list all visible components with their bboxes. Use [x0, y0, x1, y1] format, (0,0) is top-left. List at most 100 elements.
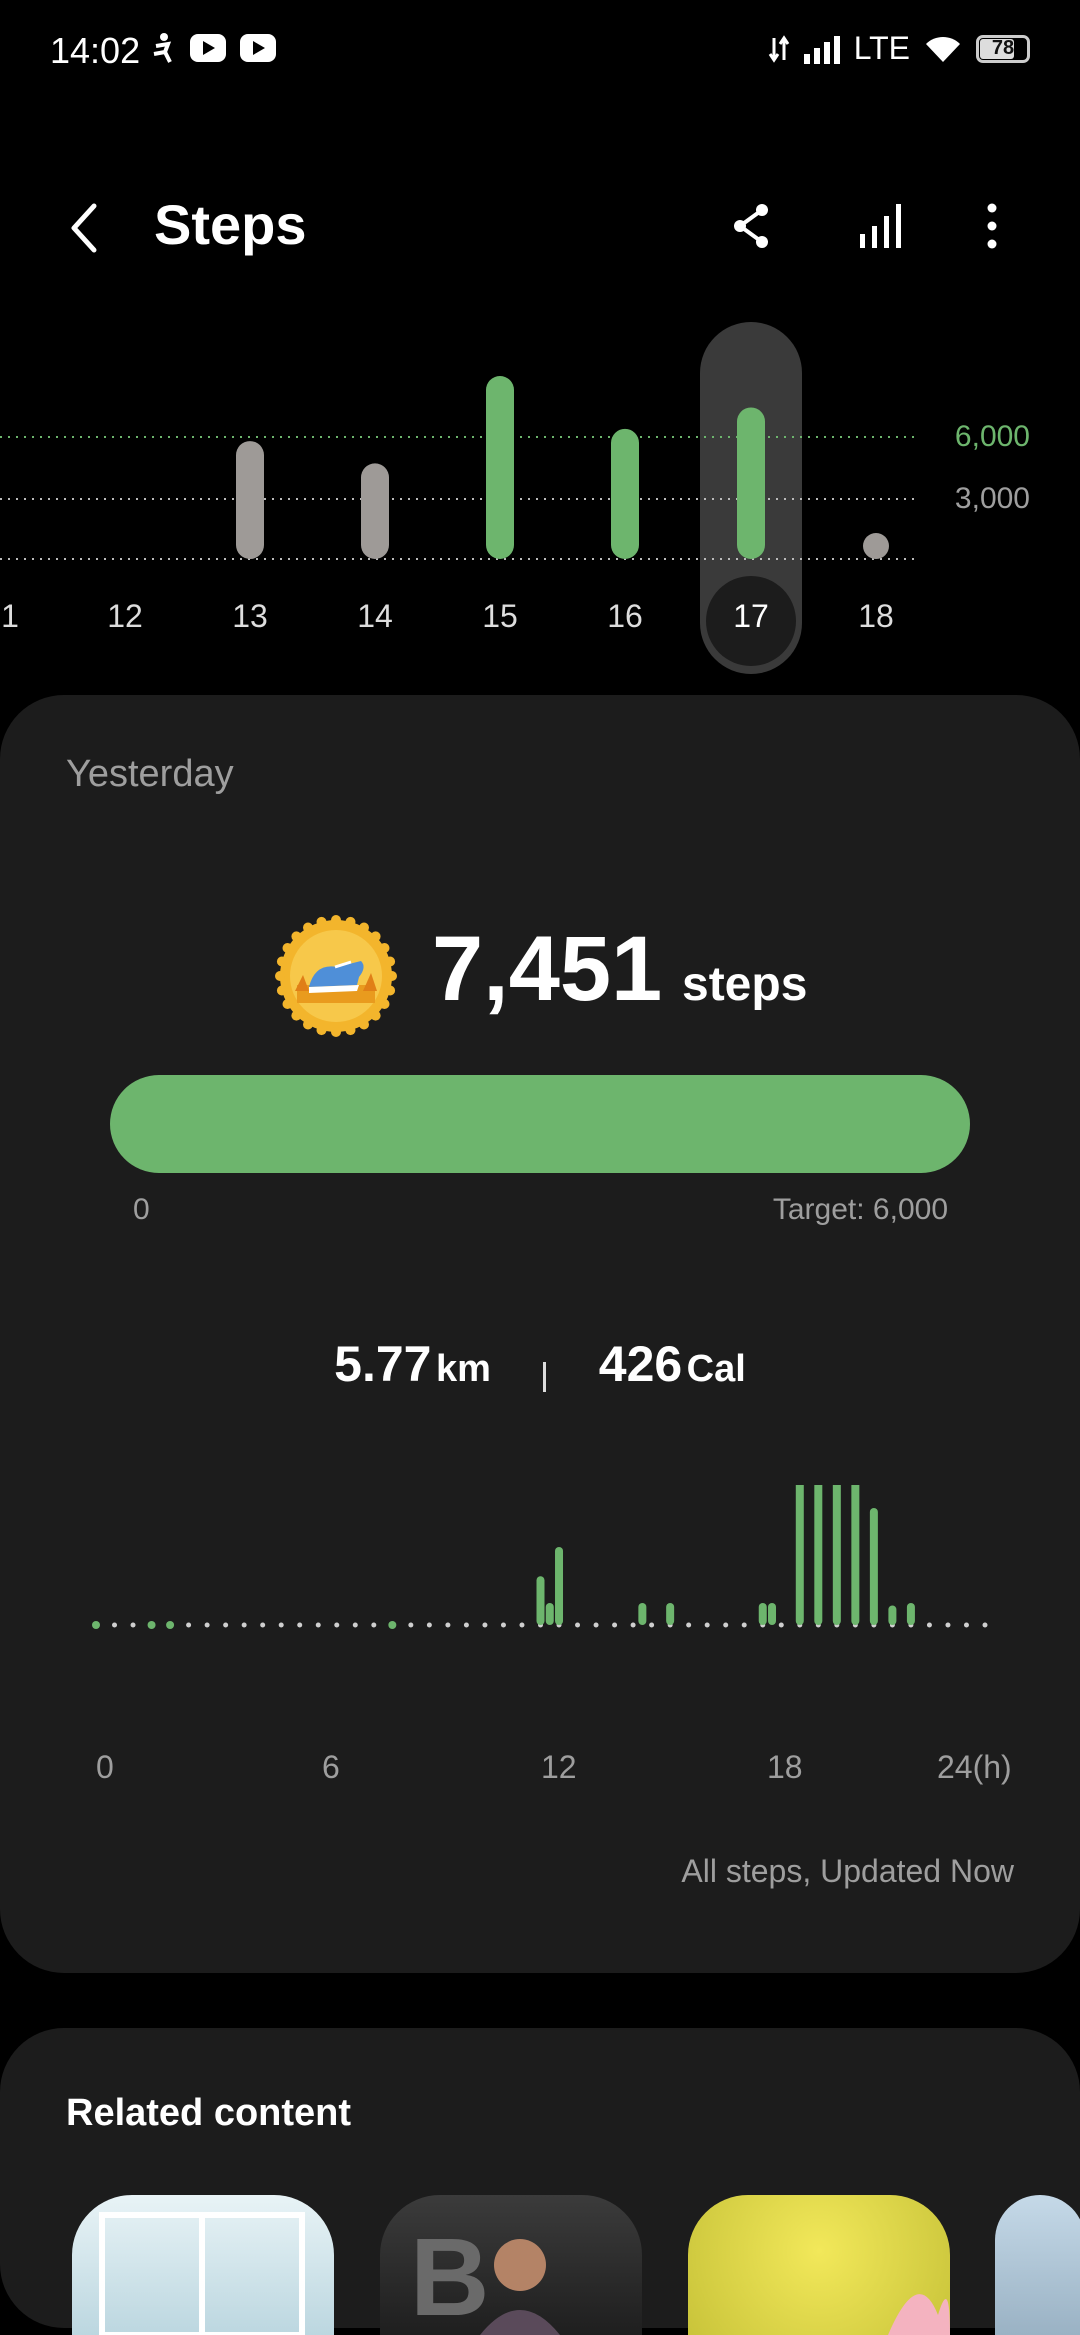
- hour-baseline-dot: [388, 1621, 397, 1629]
- week-bar[interactable]: [737, 407, 765, 559]
- hour-baseline-dot: [426, 1622, 432, 1628]
- day-label[interactable]: 13: [210, 598, 290, 635]
- day-label[interactable]: 12: [85, 598, 165, 635]
- related-thumbnail[interactable]: [995, 2195, 1080, 2335]
- related-content-section: Related content B: [0, 2028, 1080, 2335]
- hour-baseline-dot: [519, 1622, 525, 1628]
- hour-baseline-dot: [352, 1622, 358, 1628]
- hour-baseline-dot: [112, 1622, 118, 1628]
- hour-tick: 18: [767, 1749, 803, 1785]
- goal-achieved-badge-icon: [275, 915, 397, 1037]
- hour-bar-small: [758, 1603, 767, 1625]
- flower-image-icon: [888, 2294, 950, 2335]
- related-thumbnail[interactable]: [688, 2195, 950, 2335]
- hour-bar-small: [906, 1603, 915, 1625]
- hour-baseline-dot: [926, 1622, 932, 1628]
- hour-baseline-dot: [297, 1622, 303, 1628]
- hourly-steps-chart: [92, 1485, 988, 1629]
- hour-tick: 24(h): [937, 1749, 1012, 1785]
- fitness-person-image-icon: B: [410, 2216, 560, 2335]
- related-thumbnail[interactable]: B: [380, 2195, 642, 2335]
- distance-value: 5.77: [334, 1336, 432, 1392]
- hour-bar: [869, 1508, 878, 1625]
- hour-bar: [536, 1576, 545, 1625]
- hour-baseline-dot: [315, 1622, 321, 1628]
- hour-bar: [851, 1485, 860, 1625]
- hour-baseline-dot: [704, 1622, 710, 1628]
- hour-bar: [832, 1485, 841, 1625]
- y-tick-6000: 6,000: [954, 420, 1030, 453]
- hour-bar: [888, 1605, 897, 1625]
- window-image-icon: [99, 2212, 305, 2335]
- hour-tick: 0: [96, 1749, 114, 1785]
- hour-baseline-dot: [186, 1622, 192, 1628]
- hour-baseline-dot: [445, 1622, 451, 1628]
- y-tick-3000: 3,000: [954, 482, 1030, 515]
- calories-unit: Cal: [686, 1348, 746, 1390]
- day-label[interactable]: 15: [460, 598, 540, 635]
- hour-baseline-dot: [612, 1622, 618, 1628]
- week-bar[interactable]: [611, 428, 639, 559]
- hour-tick: 6: [322, 1749, 340, 1785]
- hour-bar-small: [768, 1603, 777, 1625]
- steps-progress-bar: [110, 1075, 970, 1173]
- calories-value: 426: [598, 1336, 683, 1392]
- hour-baseline-dot: [223, 1622, 229, 1628]
- hour-baseline-dot: [741, 1622, 747, 1628]
- steps-unit: steps: [682, 958, 808, 1011]
- hour-baseline-dot: [463, 1622, 469, 1628]
- day-label[interactable]: 16: [585, 598, 665, 635]
- hour-baseline-dot: [408, 1622, 414, 1628]
- hour-baseline-dot: [778, 1622, 784, 1628]
- hour-baseline-dot: [92, 1621, 100, 1629]
- hour-baseline-dot: [500, 1622, 506, 1628]
- progress-min-label: 0: [133, 1193, 150, 1226]
- hour-baseline-dot: [686, 1622, 692, 1628]
- hour-baseline-dot: [982, 1622, 988, 1628]
- daily-summary-card: Yesterday 7,451 steps 0 Target: 6,000 5.…: [0, 695, 1080, 1973]
- hour-baseline-dot: [593, 1622, 599, 1628]
- progress-target-label: Target: 6,000: [772, 1193, 948, 1226]
- hour-baseline-dot: [723, 1622, 729, 1628]
- hour-baseline-dot: [649, 1622, 655, 1628]
- hour-baseline-dot: [241, 1622, 247, 1628]
- stats-divider: [543, 1361, 547, 1392]
- hour-baseline-dot: [963, 1622, 969, 1628]
- steps-count: 7,451: [432, 918, 663, 1020]
- hour-baseline-dot: [334, 1622, 340, 1628]
- distance-unit: km: [435, 1348, 491, 1390]
- hour-tick: 12: [541, 1749, 577, 1785]
- week-bar[interactable]: [236, 441, 264, 559]
- week-bar-empty: [863, 533, 889, 559]
- hour-baseline-dot: [147, 1621, 156, 1629]
- updated-status: All steps, Updated Now: [681, 1853, 1014, 1889]
- week-bar[interactable]: [486, 376, 514, 559]
- hour-baseline-dot: [204, 1622, 210, 1628]
- day-label[interactable]: 1: [0, 598, 50, 635]
- hour-bar-small: [545, 1603, 554, 1625]
- period-label: Yesterday: [66, 753, 234, 795]
- related-thumbnail[interactable]: [72, 2195, 334, 2335]
- distance-calories-row: 5.77 km 426 Cal: [0, 1335, 1080, 1393]
- hour-bar: [814, 1485, 823, 1625]
- day-label[interactable]: 14: [335, 598, 415, 635]
- day-label[interactable]: 18: [836, 598, 916, 635]
- hour-baseline-dot: [278, 1622, 284, 1628]
- week-bar[interactable]: [361, 463, 389, 559]
- svg-text:B: B: [410, 2216, 489, 2335]
- hour-baseline-dot: [575, 1622, 581, 1628]
- day-label-selected[interactable]: 17: [711, 598, 791, 635]
- hour-bar-small: [666, 1603, 675, 1625]
- week-bars: [0, 376, 920, 560]
- hour-baseline-dot: [371, 1622, 377, 1628]
- related-content-title: Related content: [66, 2092, 352, 2134]
- hour-baseline-dot: [130, 1622, 136, 1628]
- hour-baseline-dot: [166, 1621, 175, 1629]
- hour-baseline-dot: [482, 1622, 488, 1628]
- hour-baseline-dot: [945, 1622, 951, 1628]
- hour-bar-small: [638, 1603, 647, 1625]
- hour-baseline-dot: [260, 1622, 266, 1628]
- hour-bar: [795, 1485, 804, 1625]
- hour-baseline-dot: [630, 1622, 636, 1628]
- hour-bar: [555, 1547, 564, 1625]
